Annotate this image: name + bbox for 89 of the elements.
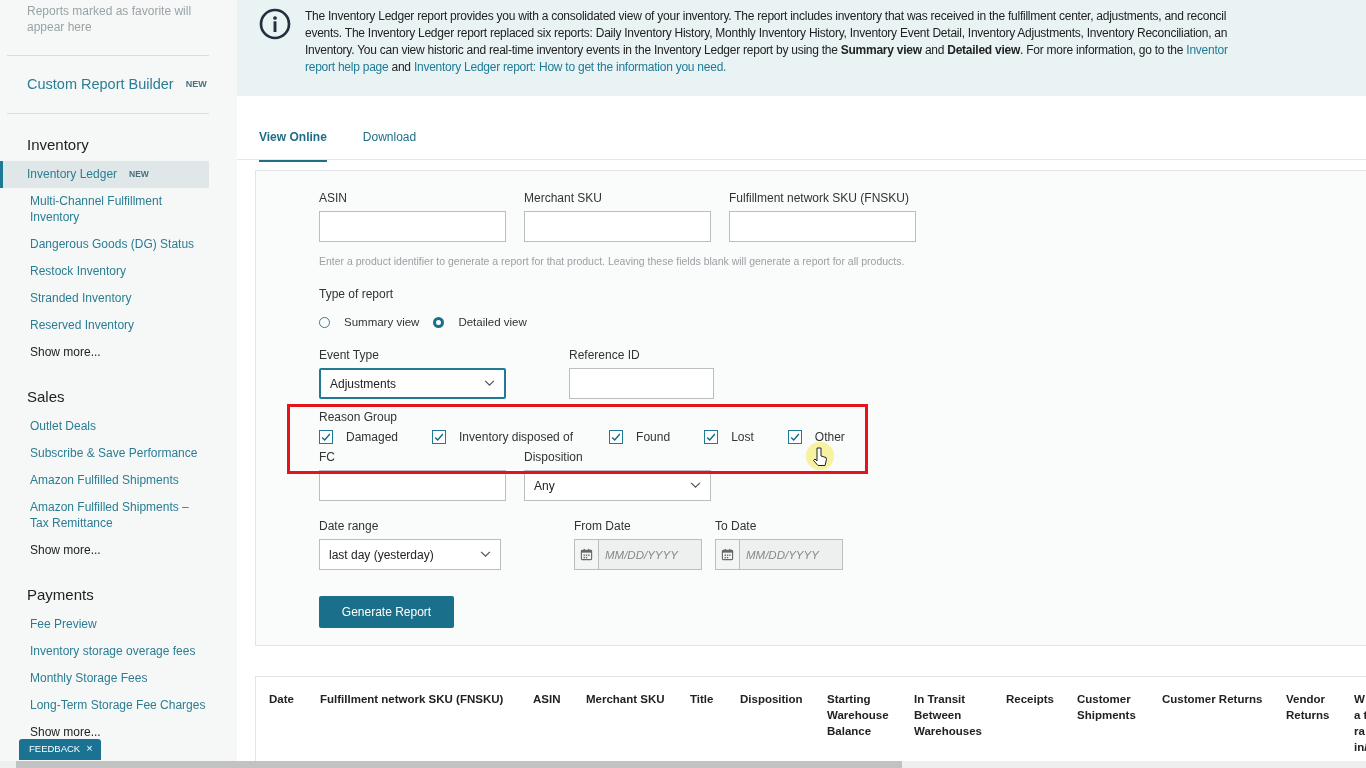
- dropdown[interactable]: Adjustments: [319, 368, 506, 399]
- checkbox[interactable]: [319, 430, 333, 444]
- chevron-down-icon: [480, 551, 491, 558]
- calendar-icon: [575, 540, 599, 569]
- field-label: ASIN: [319, 191, 348, 205]
- info-paragraph: The Inventory Ledger report provides you with a consolidated view of your inventory. The report includes inventory that was received in the fulfillment center, adjustments, and reconcil events. The Inventory Ledger report replaced six reports: Daily Inventory History, Monthly Inventory History, Inventory Event Detail, Inventory Adjustments, Inventory Reconciliation, an Inventory. You can view historic and real-time inventory events in the Inventory Ledger report by using the Summary view and Detailed view. For more information, go to the Inventor report help page and Inventory Ledger report: How to get the information you need.: [305, 8, 1228, 76]
- sidebar-item[interactable]: Multi-Channel Fulfillment Inventory: [30, 193, 209, 225]
- column-header: Date: [269, 692, 295, 707]
- checkbox-label: Other: [814, 430, 845, 444]
- field-label: Fulfillment network SKU (FNSKU): [729, 191, 911, 205]
- radio-label: Detailed view: [458, 316, 527, 328]
- sidebar-item[interactable]: Amazon Fulfilled Shipments: [30, 472, 179, 488]
- dropdown[interactable]: Any: [524, 470, 711, 501]
- sidebar-item[interactable]: Dangerous Goods (DG) Status: [30, 236, 195, 252]
- tab[interactable]: View Online: [259, 130, 327, 162]
- new-label: NEW: [185, 79, 207, 89]
- custom-report-builder-link[interactable]: Custom Report Builder: [27, 76, 174, 92]
- checkbox[interactable]: [432, 430, 447, 444]
- chevron-down-icon: [690, 482, 701, 489]
- sidebar-item[interactable]: Outlet Deals: [30, 418, 97, 434]
- dropdown[interactable]: last day (yesterday): [319, 539, 501, 570]
- info-icon: [259, 8, 291, 40]
- help-link[interactable]: report help page: [305, 60, 389, 74]
- show-more-link[interactable]: Show more...: [30, 542, 101, 558]
- favorites-note: Reports marked as favorite will appear here: [26, 3, 193, 36]
- input-field[interactable]: [319, 211, 506, 242]
- show-more-link[interactable]: Show more...: [30, 724, 101, 740]
- field-label: From Date: [574, 519, 632, 533]
- checkbox-label: Lost: [731, 430, 754, 444]
- input-field[interactable]: [319, 470, 506, 501]
- input-field[interactable]: [569, 368, 714, 399]
- field-label: Date range: [319, 519, 380, 533]
- column-header: Fulfillment network SKU (FNSKU): [320, 692, 505, 707]
- sidebar-item[interactable]: Subscribe & Save Performance: [30, 445, 198, 461]
- section-heading: Sales: [26, 387, 66, 407]
- hint-text: Enter a product identifier to generate a report for that product. Leaving these fields blank will generate a report for all products.: [319, 255, 906, 267]
- field-label: Disposition: [524, 450, 584, 464]
- help-link[interactable]: Inventor: [1186, 43, 1228, 57]
- column-header: In Transit Between Warehouses: [914, 692, 983, 739]
- section-heading: Inventory: [26, 135, 90, 155]
- sidebar-item[interactable]: Restock Inventory: [30, 263, 127, 279]
- column-header: ASIN: [533, 692, 562, 707]
- column-header: Vendor Returns: [1286, 692, 1331, 723]
- checkbox-label: Damaged: [346, 430, 399, 444]
- radio-button[interactable]: [319, 316, 330, 328]
- checkbox[interactable]: [704, 430, 719, 444]
- sidebar-item[interactable]: Inventory storage overage fees: [30, 643, 196, 659]
- show-more-link[interactable]: Show more...: [30, 344, 101, 360]
- column-header: Merchant SKU: [586, 692, 666, 707]
- date-field[interactable]: MM/DD/YYYY: [574, 539, 702, 570]
- input-field[interactable]: [524, 211, 711, 242]
- column-header: Title: [690, 692, 715, 707]
- input-field[interactable]: [729, 211, 916, 242]
- sidebar-item[interactable]: Monthly Storage Fees: [30, 670, 148, 686]
- checkbox-label: Found: [636, 430, 671, 444]
- column-header: Starting Warehouse Balance: [827, 692, 890, 739]
- column-header: Customer Shipments: [1077, 692, 1137, 723]
- checkbox[interactable]: [787, 430, 802, 444]
- feedback-button[interactable]: FEEDBACK ×: [19, 739, 101, 760]
- cursor-icon: [805, 442, 835, 472]
- chevron-down-icon: [484, 380, 495, 387]
- help-link[interactable]: Inventory Ledger report: How to get the information you need.: [413, 60, 727, 74]
- column-header: Customer Returns: [1162, 692, 1264, 707]
- field-label: Reference ID: [569, 348, 641, 362]
- column-header: Receipts: [1006, 692, 1055, 707]
- checkbox-label: Inventory disposed of: [459, 430, 574, 444]
- new-label: NEW: [129, 169, 149, 179]
- sidebar-item[interactable]: Inventory Ledger: [27, 166, 118, 182]
- field-label: Reason Group: [319, 410, 399, 424]
- date-field[interactable]: MM/DD/YYYY: [715, 539, 843, 570]
- column-header: Disposition: [740, 692, 804, 707]
- generate-report-button[interactable]: Generate Report: [319, 596, 454, 628]
- sidebar-item[interactable]: Reserved Inventory: [30, 317, 135, 333]
- field-label: Type of report: [319, 287, 395, 301]
- field-label: To Date: [715, 519, 758, 533]
- radio-label: Summary view: [344, 316, 420, 328]
- sidebar-item[interactable]: Amazon Fulfilled Shipments – Tax Remittance: [30, 499, 209, 531]
- field-label: FC: [319, 450, 336, 464]
- tab[interactable]: Download: [362, 130, 417, 160]
- section-heading: Payments: [26, 585, 95, 605]
- field-label: Merchant SKU: [524, 191, 604, 205]
- sidebar-item[interactable]: Fee Preview: [30, 616, 97, 632]
- calendar-icon: [716, 540, 740, 569]
- field-label: Event Type: [319, 348, 380, 362]
- scrollbar[interactable]: [0, 761, 1366, 768]
- radio-button[interactable]: [433, 316, 445, 328]
- checkbox[interactable]: [609, 430, 624, 444]
- sidebar-item[interactable]: Long-Term Storage Fee Charges: [30, 697, 206, 713]
- sidebar-item[interactable]: Stranded Inventory: [30, 290, 132, 306]
